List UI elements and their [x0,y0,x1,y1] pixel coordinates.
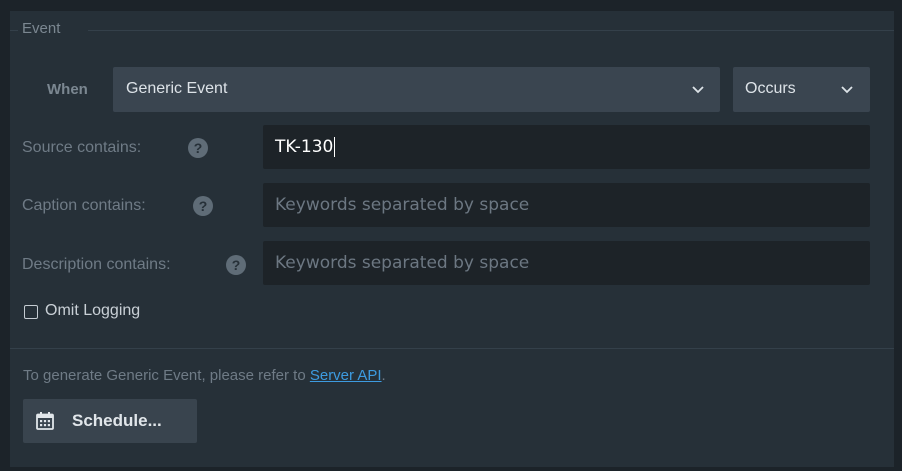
schedule-button-label: Schedule... [72,411,162,430]
omit-logging-checkbox[interactable] [24,305,38,319]
text-caret [334,137,336,157]
source-input[interactable]: TK-130 [263,125,870,169]
description-label: Description contains: [22,256,171,273]
info-text: To generate Generic Event, please refer … [23,367,386,384]
question-icon[interactable]: ? [188,138,208,158]
fieldset-border-right [88,30,894,31]
schedule-button[interactable]: Schedule... [23,399,197,443]
source-label: Source contains: [22,139,142,156]
caption-input-placeholder: Keywords separated by space [275,195,530,215]
when-label: When [47,81,88,98]
occurrence-select[interactable]: Occurs [733,67,870,112]
source-input-value: TK-130 [275,137,334,157]
occurrence-value: Occurs [745,80,796,97]
caption-label: Caption contains: [22,197,146,214]
server-api-link[interactable]: Server API [310,367,382,384]
section-divider [10,348,894,349]
question-icon[interactable]: ? [226,255,246,275]
caption-input[interactable]: Keywords separated by space [263,183,870,227]
fieldset-legend: Event [22,20,61,37]
calendar-icon [36,412,54,430]
description-input[interactable]: Keywords separated by space [263,241,870,285]
question-icon[interactable]: ? [193,196,213,216]
description-input-placeholder: Keywords separated by space [275,253,530,273]
chevron-down-icon [841,86,853,94]
event-type-value: Generic Event [126,80,228,97]
chevron-down-icon [692,86,704,94]
info-suffix: . [381,367,386,384]
fieldset-border-left [10,30,18,31]
info-prefix: To generate Generic Event, please refer … [23,367,310,384]
omit-logging-label[interactable]: Omit Logging [45,302,140,320]
event-type-select[interactable]: Generic Event [113,67,720,112]
